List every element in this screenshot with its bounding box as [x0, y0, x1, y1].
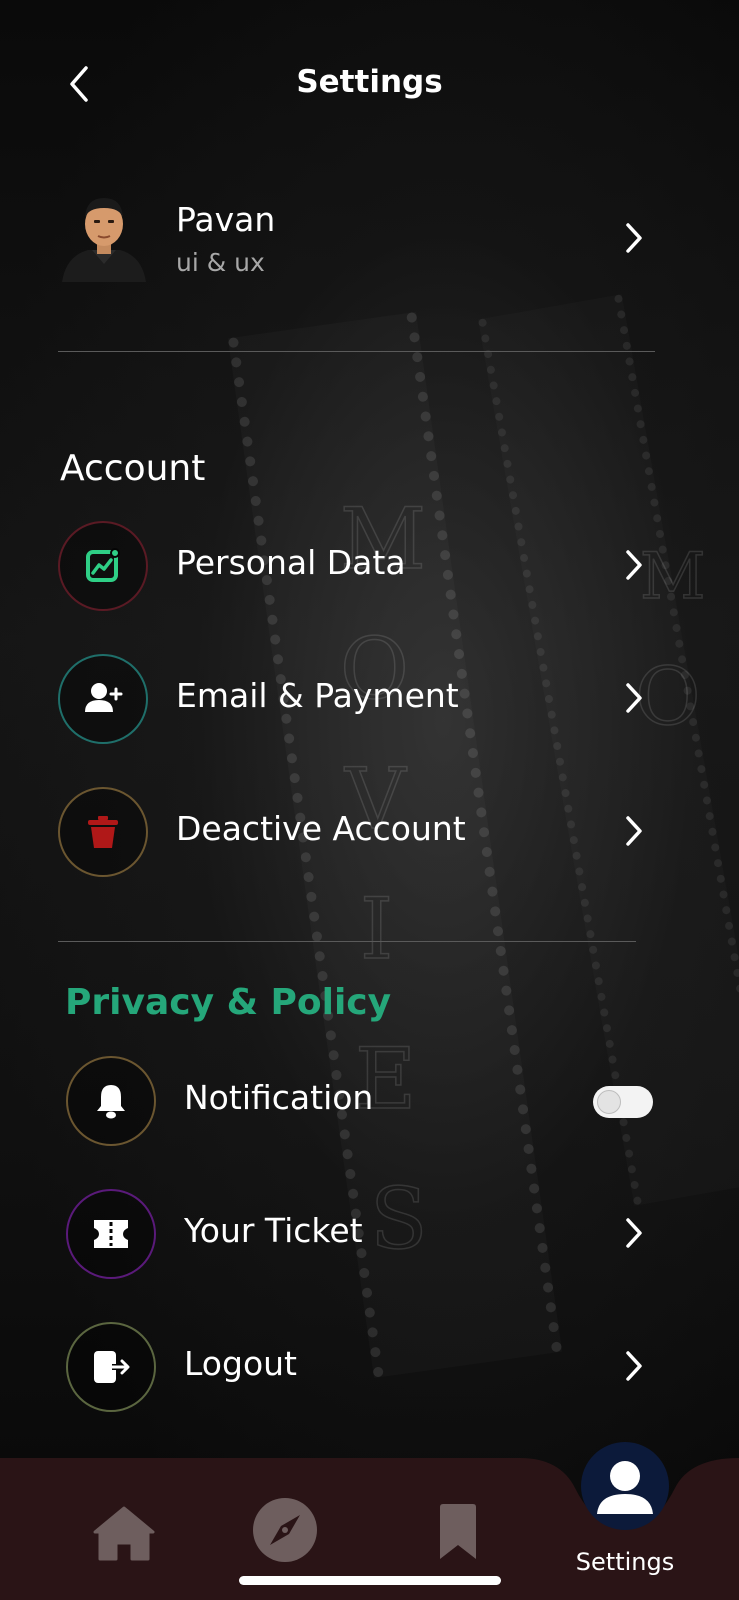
chart-icon — [86, 548, 120, 582]
ticket-icon — [94, 1220, 128, 1248]
your-ticket-row[interactable]: Your Ticket — [66, 1189, 666, 1281]
personal-data-icon-ring — [58, 521, 148, 611]
deactive-account-label: Deactive Account — [176, 809, 466, 848]
privacy-section-title: Privacy & Policy — [65, 982, 392, 1023]
deactive-account-icon-ring — [58, 787, 148, 877]
profile-role: ui & ux — [176, 248, 265, 277]
personal-data-label: Personal Data — [176, 543, 406, 582]
toggle-knob — [597, 1090, 621, 1114]
email-payment-label: Email & Payment — [176, 676, 459, 715]
tab-settings-label: Settings — [575, 1548, 675, 1576]
logout-row[interactable]: Logout — [66, 1322, 666, 1414]
deactive-account-row[interactable]: Deactive Account — [58, 787, 658, 879]
profile-name: Pavan — [176, 200, 276, 239]
logout-label: Logout — [184, 1344, 297, 1383]
chevron-right-icon — [626, 683, 642, 713]
email-payment-row[interactable]: Email & Payment — [58, 654, 658, 746]
header: Settings — [0, 50, 739, 120]
compass-icon — [253, 1498, 317, 1562]
add-user-icon — [85, 683, 123, 712]
tab-settings[interactable] — [581, 1442, 669, 1530]
tab-home[interactable] — [93, 1505, 155, 1561]
notification-label: Notification — [184, 1078, 374, 1117]
avatar — [58, 190, 150, 282]
tab-explore[interactable] — [252, 1497, 318, 1563]
chevron-right-icon — [626, 1218, 642, 1248]
profile-row[interactable]: Pavan ui & ux — [58, 190, 658, 290]
bookmark-icon — [440, 1504, 476, 1559]
notification-icon-ring — [66, 1056, 156, 1146]
tab-saved[interactable] — [437, 1503, 479, 1561]
your-ticket-label: Your Ticket — [184, 1211, 363, 1250]
notification-toggle[interactable] — [593, 1086, 653, 1118]
personal-data-row[interactable]: Personal Data — [58, 521, 658, 613]
background-letter: I — [359, 879, 394, 979]
user-icon — [581, 1442, 669, 1530]
notification-row: Notification — [66, 1056, 666, 1148]
chevron-right-icon — [626, 223, 642, 253]
logout-icon — [94, 1351, 130, 1383]
home-indicator — [239, 1576, 501, 1585]
divider — [58, 941, 636, 942]
your-ticket-icon-ring — [66, 1189, 156, 1279]
bell-icon — [97, 1085, 125, 1119]
divider — [58, 351, 655, 352]
email-payment-icon-ring — [58, 654, 148, 744]
trash-icon — [88, 816, 118, 848]
chevron-right-icon — [626, 550, 642, 580]
home-icon — [93, 1506, 155, 1561]
chevron-right-icon — [626, 1351, 642, 1381]
chevron-right-icon — [626, 816, 642, 846]
account-section-title: Account — [60, 448, 206, 489]
page-title: Settings — [296, 64, 443, 100]
logout-icon-ring — [66, 1322, 156, 1412]
